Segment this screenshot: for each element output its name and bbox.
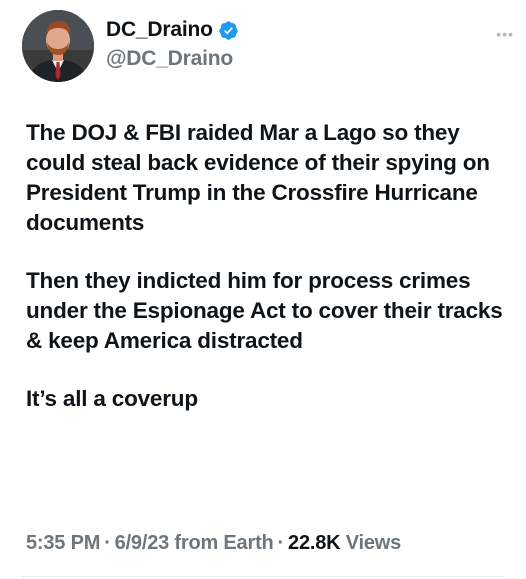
profile-photo: [22, 10, 94, 82]
tweet-card: DC_Draino @DC_Draino ••• The DOJ & FBI r…: [0, 0, 526, 579]
tweet-source: from Earth: [174, 532, 274, 554]
name-row: DC_Draino: [106, 18, 239, 42]
tweet-text: The DOJ & FBI raided Mar a Lago so they …: [26, 118, 516, 414]
avatar[interactable]: [22, 10, 94, 82]
divider: [22, 576, 504, 577]
views-label: Views: [345, 532, 402, 554]
tweet-paragraph: Then they indicted him for process crime…: [26, 268, 503, 353]
verified-badge-icon: [218, 20, 239, 41]
tweet-meta: 5:35 PM · 6/9/23 from Earth · 22.8K Views: [26, 532, 401, 555]
display-name[interactable]: DC_Draino: [106, 18, 213, 42]
tweet-paragraph: It’s all a coverup: [26, 386, 198, 411]
tweet-date[interactable]: 6/9/23: [115, 532, 170, 554]
more-options-icon[interactable]: •••: [496, 26, 514, 42]
separator: ·: [104, 532, 111, 554]
handle[interactable]: @DC_Draino: [106, 47, 239, 71]
views-count: 22.8K: [288, 532, 341, 554]
separator: ·: [277, 532, 285, 554]
tweet-paragraph: The DOJ & FBI raided Mar a Lago so they …: [26, 120, 490, 235]
tweet-time[interactable]: 5:35 PM: [26, 532, 100, 554]
author-info: DC_Draino @DC_Draino: [106, 18, 239, 71]
